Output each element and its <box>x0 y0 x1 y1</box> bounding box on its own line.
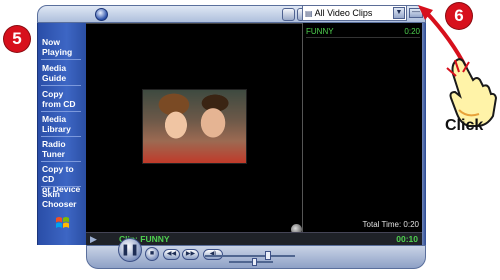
hand-cursor-icon <box>446 58 498 127</box>
annotation-overlay <box>418 5 498 127</box>
click-instruction: Click <box>445 117 484 134</box>
